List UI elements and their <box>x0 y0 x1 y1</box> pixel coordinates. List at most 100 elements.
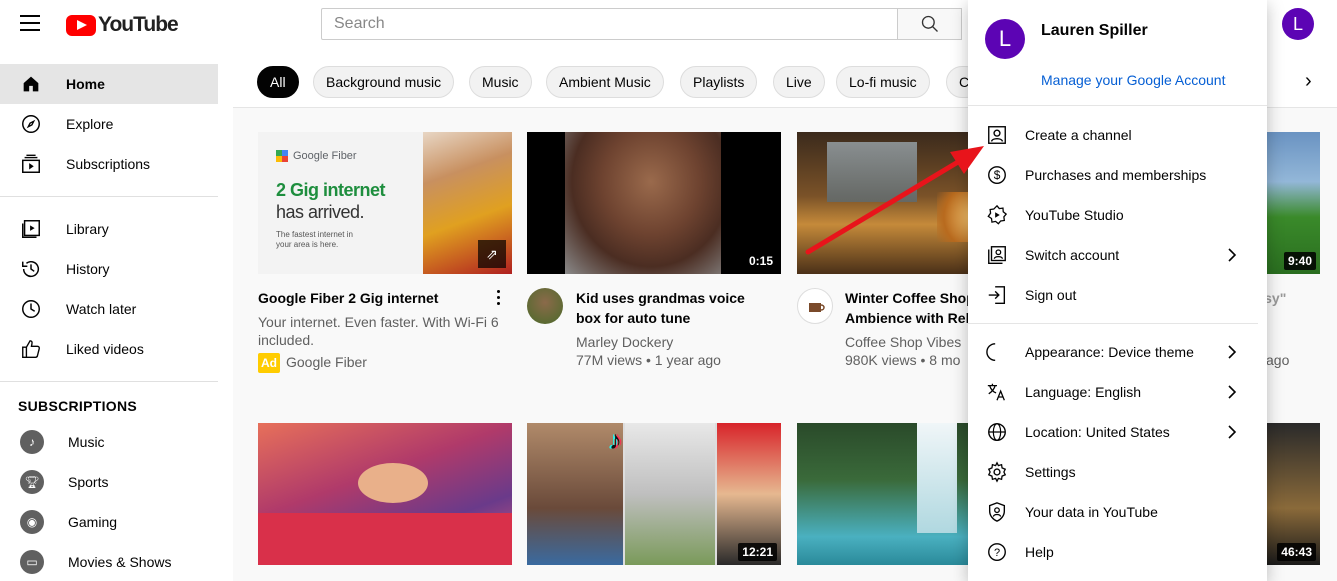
sidebar-item-label: Movies & Shows <box>68 554 172 570</box>
youtube-play-icon <box>66 14 96 36</box>
subscriptions-heading: SUBSCRIPTIONS <box>18 398 138 414</box>
menu-item-purchases[interactable]: $ Purchases and memberships <box>968 155 1267 195</box>
gear-icon <box>985 460 1009 484</box>
more-options-icon[interactable] <box>497 290 501 308</box>
sidebar-item-library[interactable]: Library <box>0 209 218 249</box>
thumb-waterfall-image <box>917 423 957 533</box>
menu-item-label: YouTube Studio <box>1025 207 1124 223</box>
sidebar-item-label: Liked videos <box>66 341 144 357</box>
thumb-brand: Google Fiber <box>276 150 357 162</box>
video-stats: 77M views • 1 year ago <box>576 352 721 368</box>
sidebar-divider <box>0 196 218 197</box>
thumb-character-image <box>358 463 428 503</box>
account-avatar-button[interactable]: L <box>1282 8 1314 40</box>
sidebar-sub-music[interactable]: ♪ Music <box>0 422 218 462</box>
history-icon <box>20 258 42 280</box>
video-stats: 980K views • 8 mo <box>845 352 961 368</box>
sidebar-item-liked-videos[interactable]: Liked videos <box>0 329 218 369</box>
thumbs-up-icon <box>20 338 42 360</box>
video-thumbnail-google-fiber[interactable]: Google Fiber 2 Gig internet has arrived.… <box>258 132 512 274</box>
sidebar-sub-gaming[interactable]: ◉ Gaming <box>0 502 218 542</box>
channel-name[interactable]: Google Fiber <box>286 354 367 370</box>
menu-item-label: Create a channel <box>1025 127 1132 143</box>
thumb-kid-image <box>565 132 721 274</box>
video-duration: 46:43 <box>1277 543 1316 561</box>
search-button[interactable] <box>897 8 962 40</box>
sidebar-item-history[interactable]: History <box>0 249 218 289</box>
sidebar-sub-movies-shows[interactable]: ▭ Movies & Shows <box>0 542 218 581</box>
video-title[interactable]: Google Fiber 2 Gig internet <box>258 288 458 308</box>
menu-item-youtube-studio[interactable]: YouTube Studio <box>968 195 1267 235</box>
subscriptions-icon <box>20 153 42 175</box>
dollar-circle-icon: $ <box>985 163 1009 187</box>
moon-icon <box>985 340 1009 364</box>
manage-google-account-link[interactable]: Manage your Google Account <box>1041 72 1225 88</box>
sidebar-item-home[interactable]: Home <box>0 64 218 104</box>
translate-icon <box>985 380 1009 404</box>
channel-name[interactable]: Coffee Shop Vibes <box>845 333 970 351</box>
menu-divider <box>968 323 1258 324</box>
chevron-right-icon <box>1228 248 1237 262</box>
video-thumbnail-kid-voice-box[interactable]: 0:15 <box>527 132 781 274</box>
sidebar-item-label: Subscriptions <box>66 156 151 172</box>
channel-avatar[interactable] <box>797 288 833 324</box>
film-icon: ▭ <box>20 550 44 574</box>
menu-item-your-data[interactable]: Your data in YouTube <box>968 492 1267 532</box>
menu-item-settings[interactable]: Settings <box>968 452 1267 492</box>
sidebar-item-label: Watch later <box>66 301 137 317</box>
video-thumbnail-lofi-girl[interactable] <box>258 423 512 565</box>
video-description: Your internet. Even faster. With Wi-Fi 6… <box>258 314 499 348</box>
menu-item-label: Appearance: Device theme <box>1025 344 1194 360</box>
chip-music[interactable]: Music <box>469 66 532 98</box>
sidebar-item-watch-later[interactable]: Watch later <box>0 289 218 329</box>
channel-name[interactable]: Marley Dockery <box>576 333 821 351</box>
video-duration: 0:15 <box>744 252 777 270</box>
logo-text: YouTube <box>98 13 179 36</box>
video-duration: 12:21 <box>738 543 777 561</box>
thumb-bed-image <box>258 513 512 565</box>
compass-icon <box>20 113 42 135</box>
sidebar-item-label: Library <box>66 221 109 237</box>
chip-all[interactable]: All <box>257 66 299 98</box>
menu-item-label: Sign out <box>1025 287 1077 303</box>
chip-ambient-music[interactable]: Ambient Music <box>546 66 664 98</box>
youtube-logo[interactable]: YouTube <box>66 13 179 37</box>
account-menu-header: L Lauren Spiller Manage your Google Acco… <box>968 0 1267 106</box>
chevron-right-icon <box>1228 345 1237 359</box>
channel-avatar[interactable] <box>527 288 563 324</box>
menu-item-switch-account[interactable]: Switch account <box>968 235 1267 275</box>
menu-item-location[interactable]: Location: United States <box>968 412 1267 452</box>
chip-live[interactable]: Live <box>773 66 825 98</box>
menu-item-create-channel[interactable]: Create a channel <box>968 115 1267 155</box>
search-input[interactable]: Search <box>321 8 898 40</box>
globe-icon <box>985 420 1009 444</box>
chevron-right-icon <box>1228 385 1237 399</box>
tiktok-logo-icon: ♪ <box>609 425 622 455</box>
svg-text:?: ? <box>994 547 1000 559</box>
chips-next-icon[interactable]: › <box>1305 70 1312 93</box>
sidebar-item-label: Explore <box>66 116 114 132</box>
video-title[interactable]: Winter Coffee Shop Ambience with Rela <box>845 288 970 328</box>
menu-item-help[interactable]: ? Help <box>968 532 1267 572</box>
video-thumbnail-tiktok-compilation[interactable]: ♪ 12:21 <box>527 423 781 565</box>
gamepad-icon: ◉ <box>20 510 44 534</box>
sidebar-sub-sports[interactable]: 🏆︎ Sports <box>0 462 218 502</box>
sidebar-divider <box>0 381 218 382</box>
hamburger-menu-icon[interactable] <box>20 15 40 31</box>
video-title[interactable]: Kid uses grandmas voice box for auto tun… <box>576 288 776 328</box>
video-channel-row: Ad Google Fiber <box>258 353 503 373</box>
thumb-headline-2: has arrived. <box>276 202 365 222</box>
menu-item-language[interactable]: Language: English <box>968 372 1267 412</box>
thumb-small-1: The fastest internet in <box>276 230 353 239</box>
sidebar-item-explore[interactable]: Explore <box>0 104 218 144</box>
sidebar-item-label: Music <box>68 434 105 450</box>
thumb-toilet-image <box>625 423 715 565</box>
menu-item-appearance[interactable]: Appearance: Device theme <box>968 332 1267 372</box>
chip-playlists[interactable]: Playlists <box>680 66 758 98</box>
sidebar-item-subscriptions[interactable]: Subscriptions <box>0 144 218 184</box>
chip-lo-fi-music[interactable]: Lo-fi music <box>836 66 930 98</box>
external-link-icon[interactable]: ⇗ <box>478 240 506 268</box>
menu-item-label: Purchases and memberships <box>1025 167 1207 183</box>
menu-item-sign-out[interactable]: Sign out <box>968 275 1267 315</box>
chip-background-music[interactable]: Background music <box>313 66 455 98</box>
